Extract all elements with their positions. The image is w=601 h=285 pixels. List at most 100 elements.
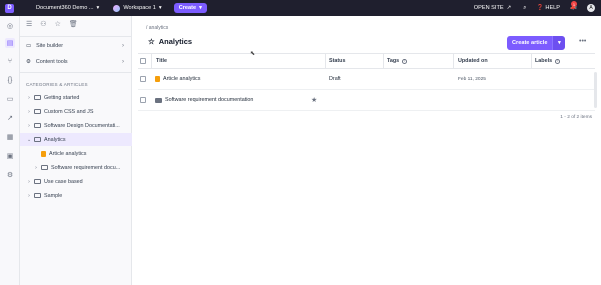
table-row[interactable]: Article analytics Draft Feb 11, 2025 <box>138 69 595 90</box>
avatar[interactable]: A <box>587 4 595 12</box>
project-name: Document360 Demo ... <box>36 5 94 11</box>
help-button[interactable]: ❓ HELP <box>536 5 560 11</box>
settings-icon[interactable]: ⚙ <box>5 170 15 180</box>
chevron-down-icon: ▾ <box>158 5 162 11</box>
divider <box>20 36 132 37</box>
create-button[interactable]: Create ▾ <box>173 3 207 13</box>
breadcrumb[interactable]: / analytics <box>146 25 168 31</box>
table-row[interactable]: Software requirement documentation ★ <box>138 90 595 111</box>
documents-icon[interactable]: ▤ <box>5 38 15 48</box>
chevron-right-icon: › <box>122 58 124 65</box>
analytics-icon[interactable]: ↗ <box>5 113 15 123</box>
chevron-right-icon[interactable]: › <box>27 193 31 199</box>
top-bar: D Document360 Demo ... ▾ Workspace 1 ▾ C… <box>0 0 601 16</box>
categories-heading: CATEGORIES & ARTICLES <box>26 82 88 87</box>
chevron-down-icon[interactable]: ▾ <box>552 36 566 50</box>
row-title-text: Article analytics <box>163 76 201 82</box>
main-content: / analytics ☆ Analytics Create article ▾… <box>133 16 601 285</box>
tree-item[interactable]: › Software requirement docu... <box>20 161 132 174</box>
tree-item[interactable]: › Custom CSS and JS <box>20 105 132 118</box>
tree-item[interactable]: › Sample <box>20 189 132 202</box>
article-icon <box>155 76 160 82</box>
open-site-link[interactable]: OPEN SITE ↗ <box>474 5 512 11</box>
more-options-icon[interactable]: ••• <box>579 38 586 45</box>
chevron-down-icon: ▾ <box>199 5 202 11</box>
workspace-icon <box>113 4 121 12</box>
column-updated[interactable]: Updated on <box>458 54 488 68</box>
article-icon <box>41 150 46 157</box>
project-switcher[interactable]: Document360 Demo ... ▾ <box>36 5 99 11</box>
select-all-checkbox[interactable] <box>140 54 146 68</box>
star-icon[interactable]: ☆ <box>148 37 155 46</box>
help-label: HELP <box>545 5 561 11</box>
tree-item-label: Getting started <box>44 94 80 101</box>
column-status[interactable]: Status <box>329 54 345 68</box>
create-label: Create <box>178 5 197 11</box>
create-article-label[interactable]: Create article <box>507 36 553 50</box>
workflow-icon[interactable]: ⑂ <box>5 56 15 66</box>
scrollbar[interactable] <box>594 72 597 108</box>
api-icon[interactable]: {} <box>5 75 15 85</box>
chevron-right-icon[interactable]: › <box>27 123 31 129</box>
column-tags-label: Tags <box>387 58 400 64</box>
tree-item-label: Software requirement docu... <box>51 164 121 171</box>
info-icon: i <box>402 58 408 64</box>
star-icon[interactable]: ☆ <box>55 20 61 28</box>
column-labels-label: Labels <box>535 58 553 64</box>
page-title-text: Analytics <box>158 37 193 46</box>
feedback-icon[interactable]: ▭ <box>5 94 15 104</box>
tree-item-label: Custom CSS and JS <box>44 108 94 115</box>
external-link-icon: ↗ <box>506 5 512 11</box>
sidebar: ☰ ⚇ ☆ 🗑 ▭ Site builder › ⚙ Content tools… <box>20 16 132 285</box>
list-icon[interactable]: ☰ <box>26 20 32 28</box>
sidebar-item-label: Site builder <box>36 42 64 49</box>
chevron-right-icon[interactable]: › <box>27 95 31 101</box>
workspace-switcher[interactable]: Workspace 1 ▾ <box>113 4 162 12</box>
chevron-right-icon: › <box>122 42 124 49</box>
row-title[interactable]: Article analytics <box>155 69 200 89</box>
folder-icon <box>34 193 41 198</box>
chevron-right-icon[interactable]: › <box>27 109 31 115</box>
tree-item-label: Use case based <box>44 178 83 185</box>
sidebar-item-label: Content tools <box>35 58 68 65</box>
create-article-button[interactable]: Create article ▾ <box>507 36 566 50</box>
tree-item-label: Analytics <box>44 136 66 143</box>
sidebar-item-site-builder[interactable]: ▭ Site builder › <box>20 38 132 53</box>
site-builder-icon: ▭ <box>26 42 32 49</box>
user-add-icon[interactable]: ⚇ <box>40 20 46 28</box>
trash-icon[interactable]: 🗑 <box>69 20 78 28</box>
folder-icon <box>155 97 162 103</box>
workspace-name: Workspace 1 <box>123 5 156 11</box>
page-title: ☆ Analytics <box>148 37 192 46</box>
tree-item[interactable]: Article analytics <box>20 147 132 160</box>
drive-icon[interactable]: ▣ <box>5 151 15 161</box>
row-checkbox[interactable] <box>140 69 146 89</box>
column-tags[interactable]: Tags i <box>387 54 408 68</box>
table-header: Title Status Tags i Updated on Labels i <box>138 53 595 69</box>
chevron-down-icon: ▾ <box>96 5 100 11</box>
star-icon[interactable]: ★ <box>311 90 317 110</box>
search-icon: ⌕ <box>523 4 527 11</box>
notification-badge: 1 <box>571 1 577 7</box>
column-labels[interactable]: Labels i <box>535 54 561 68</box>
sidebar-item-content-tools[interactable]: ⚙ Content tools › <box>20 54 132 69</box>
dashboard-icon[interactable]: ◎ <box>5 21 15 31</box>
folder-icon <box>34 179 41 184</box>
widgets-icon[interactable]: ▦ <box>5 132 15 142</box>
row-title[interactable]: Software requirement documentation <box>155 90 253 110</box>
column-title[interactable]: Title <box>156 54 167 68</box>
tree-item[interactable]: › Use case based <box>20 175 132 188</box>
chevron-right-icon[interactable]: › <box>34 165 38 171</box>
search-button[interactable]: ⌕ <box>523 5 526 12</box>
app-logo[interactable]: D <box>5 3 14 13</box>
tree-item[interactable]: › Software Design Documentati... <box>20 119 132 132</box>
row-checkbox[interactable] <box>140 90 146 110</box>
open-site-label: OPEN SITE <box>473 5 504 11</box>
chevron-right-icon[interactable]: › <box>27 179 31 185</box>
folder-icon <box>41 165 48 170</box>
tree-item-selected[interactable]: ⌄ Analytics <box>20 133 132 146</box>
chevron-down-icon[interactable]: ⌄ <box>27 137 31 143</box>
folder-icon <box>34 123 41 128</box>
help-icon: ❓ <box>536 5 544 11</box>
tree-item[interactable]: › Getting started <box>20 91 132 104</box>
